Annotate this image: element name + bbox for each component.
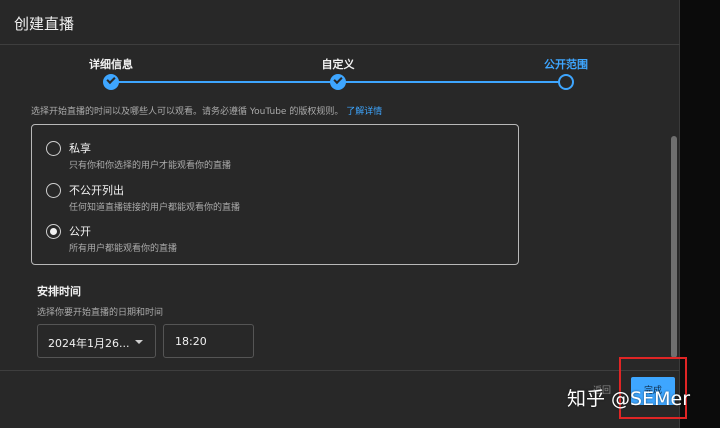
option-unlisted[interactable]: 不公开列出 任何知道直播链接的用户都能观看你的直播 xyxy=(46,181,486,217)
visibility-description: 选择开始直播的时间以及哪些人可以观看。请务必遵循 YouTube 的版权规则。 … xyxy=(31,104,382,117)
dialog-title: 创建直播 xyxy=(14,15,75,33)
step-visibility-current-icon[interactable] xyxy=(558,74,574,90)
option-unlisted-title: 不公开列出 xyxy=(69,184,124,197)
header-divider xyxy=(0,44,680,45)
option-private-title: 私享 xyxy=(69,142,91,155)
visibility-options: 私享 只有你和你选择的用户才能观看你的直播 不公开列出 任何知道直播链接的用户都… xyxy=(31,124,519,265)
step-customize-check-icon[interactable] xyxy=(330,74,346,90)
stepper-line xyxy=(111,81,338,83)
stepper-line xyxy=(338,81,566,83)
stepper: 详细信息 自定义 公开范围 xyxy=(0,50,680,98)
date-select[interactable]: 2024年1月26... xyxy=(37,324,156,358)
learn-more-link[interactable]: 了解详情 xyxy=(346,107,382,117)
date-value: 2024年1月26... xyxy=(48,337,130,350)
option-unlisted-subtitle: 任何知道直播链接的用户都能观看你的直播 xyxy=(69,203,241,213)
option-public[interactable]: 公开 所有用户都能观看你的直播 xyxy=(46,222,486,258)
public-radio[interactable] xyxy=(46,224,61,239)
create-stream-dialog: 创建直播 详细信息 自定义 公开范围 选择开始直播的时间以及哪些人可以观看。请务… xyxy=(0,0,680,428)
time-value: 18:20 xyxy=(175,335,207,348)
time-input[interactable]: 18:20 xyxy=(163,324,254,358)
option-public-title: 公开 xyxy=(69,225,91,238)
chevron-down-icon xyxy=(135,340,143,344)
step-visibility-label[interactable]: 公开范围 xyxy=(544,56,588,72)
private-radio[interactable] xyxy=(46,141,61,156)
schedule-subtitle: 选择你要开始直播的日期和时间 xyxy=(37,308,164,318)
footer-divider xyxy=(0,370,680,371)
step-details-label[interactable]: 详细信息 xyxy=(89,56,133,72)
step-details-check-icon[interactable] xyxy=(103,74,119,90)
option-private[interactable]: 私享 只有你和你选择的用户才能观看你的直播 xyxy=(46,139,486,175)
schedule-title: 安排时间 xyxy=(37,285,81,298)
unlisted-radio[interactable] xyxy=(46,183,61,198)
option-public-subtitle: 所有用户都能观看你的直播 xyxy=(69,244,178,254)
watermark: 知乎 @SEMer xyxy=(567,388,690,410)
visibility-description-text: 选择开始直播的时间以及哪些人可以观看。请务必遵循 YouTube 的版权规则。 xyxy=(31,107,344,117)
option-private-subtitle: 只有你和你选择的用户才能观看你的直播 xyxy=(69,161,232,171)
scrollbar[interactable] xyxy=(671,136,677,358)
step-customize-label[interactable]: 自定义 xyxy=(322,56,355,72)
